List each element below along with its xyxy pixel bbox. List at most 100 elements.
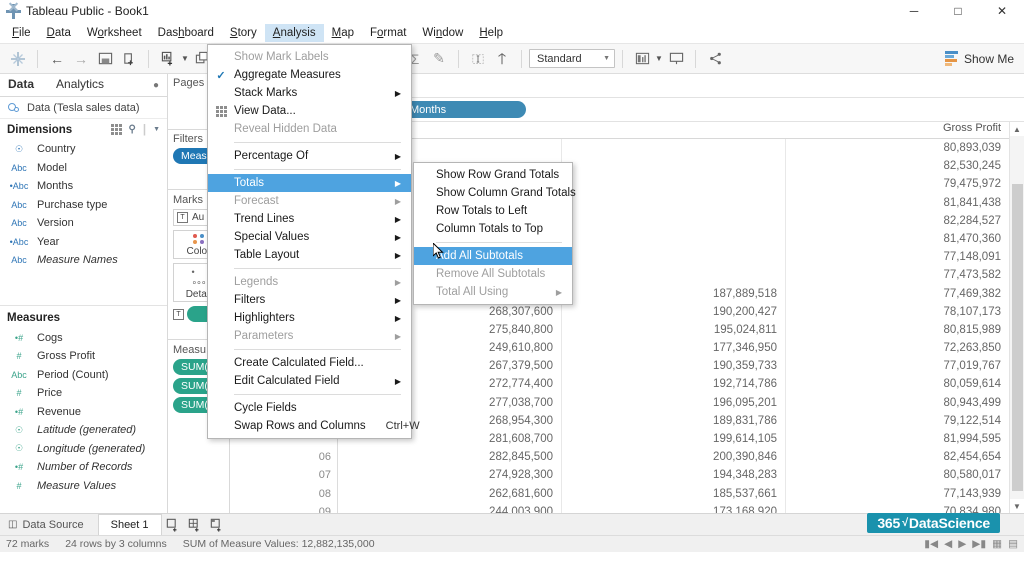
tab-analytics[interactable]: Analytics [56, 77, 104, 93]
list-view-icon[interactable]: ▤ [1008, 538, 1018, 550]
menu-analysis[interactable]: Analysis [265, 24, 324, 42]
new-data-source-icon[interactable] [117, 48, 141, 70]
table-cell[interactable]: 80,943,499 [786, 394, 1009, 412]
menu-file[interactable]: FFileile [4, 24, 39, 42]
table-cell[interactable]: 77,469,382 [786, 285, 1009, 303]
new-worksheet-icon[interactable] [162, 514, 184, 535]
scroll-up-arrow[interactable]: ▲ [1010, 122, 1024, 136]
table-cell[interactable]: 77,148,091 [786, 248, 1009, 266]
new-story-icon[interactable] [206, 514, 228, 535]
row-header-cell[interactable]: 08 [230, 485, 337, 503]
submenu-total-all-using[interactable]: Total All Using ▶ [414, 283, 572, 301]
chevron-down-icon[interactable]: ▼ [153, 126, 160, 133]
next-page-icon[interactable]: ▶ [958, 538, 966, 550]
table-cell[interactable]: 80,815,989 [786, 321, 1009, 339]
highlight-icon[interactable]: ✎ [427, 48, 451, 70]
text-tool-icon[interactable] [466, 48, 490, 70]
table-cell[interactable]: 82,454,654 [786, 448, 1009, 466]
table-cell[interactable]: 77,473,582 [786, 266, 1009, 284]
menu-forecast[interactable]: Forecast ▶ [208, 192, 411, 210]
table-cell[interactable]: 196,095,201 [562, 394, 785, 412]
field-cogs[interactable]: •# Cogs [0, 329, 167, 348]
last-page-icon[interactable]: ▶▮ [972, 538, 986, 550]
table-cell[interactable]: 200,390,846 [562, 448, 785, 466]
menu-dashboard[interactable]: Dashboard [150, 24, 222, 42]
submenu-remove-all-subtotals[interactable]: Remove All Subtotals [414, 265, 572, 283]
submenu-column-totals-to-top[interactable]: Column Totals to Top [414, 220, 572, 238]
field-months[interactable]: •Abc Months [0, 177, 167, 196]
sheet-tab-sheet1[interactable]: Sheet 1 [98, 514, 162, 535]
menu-view-data[interactable]: View Data... [208, 102, 411, 120]
table-cell[interactable]: 78,107,173 [786, 303, 1009, 321]
fit-select[interactable]: Standard ▼ [529, 49, 615, 68]
table-cell[interactable]: 199,614,105 [562, 430, 785, 448]
table-cell[interactable]: 82,530,245 [786, 157, 1009, 175]
menu-story[interactable]: Story [222, 24, 265, 42]
table-cell[interactable] [562, 212, 785, 230]
tab-data[interactable]: Data [8, 77, 34, 93]
cards-dropdown-icon[interactable]: ▼ [654, 48, 664, 70]
pin-icon[interactable]: ● [153, 80, 159, 91]
table-cell[interactable]: 72,263,850 [786, 339, 1009, 357]
field-measure-values[interactable]: # Measure Values [0, 477, 167, 496]
table-cell[interactable]: 81,841,438 [786, 194, 1009, 212]
table-cell[interactable] [562, 266, 785, 284]
row-header-cell[interactable]: 06 [230, 448, 337, 466]
scroll-thumb[interactable] [1012, 184, 1023, 491]
text-shelf-icon[interactable]: T [173, 309, 184, 320]
table-cell[interactable]: 262,681,600 [338, 485, 561, 503]
table-cell[interactable]: 177,346,950 [562, 339, 785, 357]
table-cell[interactable] [562, 248, 785, 266]
table-cell[interactable]: 79,122,514 [786, 412, 1009, 430]
data-source-row[interactable]: Data (Tesla sales data) [0, 97, 167, 119]
menu-data[interactable]: Data [39, 24, 79, 42]
table-cell[interactable]: 81,470,360 [786, 230, 1009, 248]
save-icon[interactable] [93, 48, 117, 70]
table-cell[interactable]: 80,580,017 [786, 466, 1009, 484]
table-cell[interactable]: 274,928,300 [338, 466, 561, 484]
search-icon[interactable]: ⚲ [129, 124, 136, 135]
table-cell[interactable]: 195,024,811 [562, 321, 785, 339]
field-longitude[interactable]: ☉ Longitude (generated) [0, 440, 167, 459]
field-latitude[interactable]: ☉ Latitude (generated) [0, 421, 167, 440]
menu-help[interactable]: Help [471, 24, 511, 42]
close-button[interactable]: ✕ [980, 0, 1024, 22]
grid-view-icon[interactable]: ▦ [992, 538, 1002, 550]
show-hide-cards-icon[interactable] [630, 48, 654, 70]
menu-special-values[interactable]: Special Values ▶ [208, 228, 411, 246]
row-header-cell[interactable]: 07 [230, 466, 337, 484]
table-cell[interactable]: 80,893,039 [786, 139, 1009, 157]
table-cell[interactable]: 192,714,786 [562, 375, 785, 393]
field-revenue[interactable]: •# Revenue [0, 403, 167, 422]
forward-arrow-icon[interactable]: → [69, 48, 93, 70]
table-cell[interactable]: 190,200,427 [562, 303, 785, 321]
table-cell[interactable]: 189,831,786 [562, 412, 785, 430]
group-by-folder-icon[interactable] [111, 124, 122, 135]
scroll-track[interactable] [1010, 136, 1024, 499]
menu-show-mark-labels[interactable]: Show Mark Labels [208, 48, 411, 66]
share-icon[interactable] [703, 48, 727, 70]
field-period-count[interactable]: Abc Period (Count) [0, 366, 167, 385]
first-page-icon[interactable]: ▮◀ [924, 538, 938, 550]
menu-table-layout[interactable]: Table Layout ▶ [208, 246, 411, 264]
field-version[interactable]: Abc Version [0, 214, 167, 233]
back-arrow-icon[interactable]: ← [45, 48, 69, 70]
table-cell[interactable]: 82,284,527 [786, 212, 1009, 230]
table-cell[interactable]: 70,834,980 [786, 503, 1009, 513]
menu-map[interactable]: Map [324, 24, 362, 42]
table-cell[interactable]: 282,845,500 [338, 448, 561, 466]
minimize-button[interactable]: ─ [892, 0, 936, 22]
row-pill-months[interactable]: Months [400, 101, 526, 118]
new-worksheet-dropdown-icon[interactable]: ▼ [180, 48, 190, 70]
menu-create-calculated-field[interactable]: Create Calculated Field... [208, 354, 411, 372]
show-me-button[interactable]: Show Me [945, 51, 1014, 66]
field-country[interactable]: ☉ Country [0, 140, 167, 159]
table-cell[interactable] [562, 139, 785, 157]
table-cell[interactable]: 79,475,972 [786, 175, 1009, 193]
table-cell[interactable]: 77,143,939 [786, 485, 1009, 503]
scroll-down-arrow[interactable]: ▼ [1010, 499, 1024, 513]
field-purchase-type[interactable]: Abc Purchase type [0, 196, 167, 215]
vertical-scrollbar[interactable]: ▲ ▼ [1009, 122, 1024, 513]
field-number-of-records[interactable]: •# Number of Records [0, 458, 167, 477]
submenu-row-totals-to-left[interactable]: Row Totals to Left [414, 202, 572, 220]
